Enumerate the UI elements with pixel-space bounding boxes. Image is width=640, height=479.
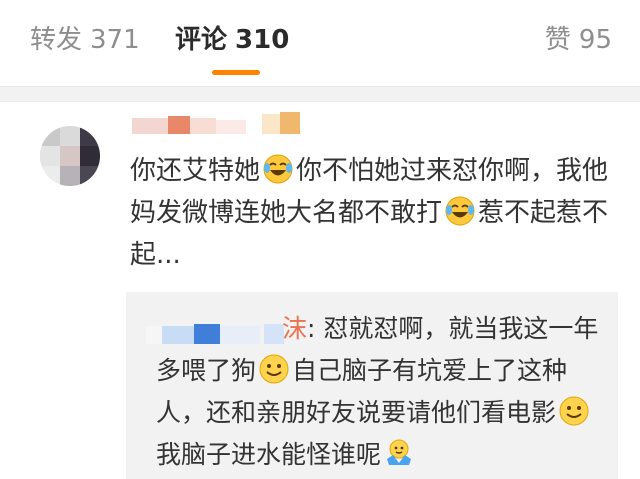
tab-comments[interactable]: 评论 310 — [175, 20, 289, 60]
tab-forward-count: 371 — [90, 25, 140, 55]
reply-text: 沫: 怼就怼啊，就当我这一年多喂了狗 自己脑子有坑爱上了这种人，还和亲朋好友说要… — [156, 308, 606, 476]
shrug-emoji-icon — [387, 439, 412, 465]
comment-text: 你还艾特她 你不怕她过来怼你啊，我他妈发微博连她大名都不敢打 惹不起惹不起... — [130, 150, 610, 276]
comment-segment-1: 你还艾特她 — [130, 156, 261, 186]
username-redacted[interactable] — [132, 112, 302, 134]
smile-emoji-icon — [559, 396, 589, 426]
laugh-cry-emoji-icon — [263, 154, 293, 184]
reply-box[interactable]: 沫: 怼就怼啊，就当我这一年多喂了狗 自己脑子有坑爱上了这种人，还和亲朋好友说要… — [126, 292, 618, 479]
weibo-comment-page: 转发 371 评论 310 赞 95 你还艾特她 你不怕她过来怼你啊，我他妈发微… — [0, 0, 640, 479]
tab-likes-label: 赞 — [544, 25, 571, 55]
active-tab-indicator — [212, 70, 260, 75]
tab-comments-count: 310 — [235, 25, 290, 55]
reply-username-tail[interactable]: 沫 — [282, 314, 307, 343]
tab-likes[interactable]: 赞 95 — [545, 20, 612, 60]
tab-comments-label: 评论 — [175, 25, 228, 55]
tab-likes-count: 95 — [578, 25, 612, 55]
tab-forward[interactable]: 转发 371 — [30, 20, 140, 60]
reply-separator: : — [307, 314, 324, 343]
smile-emoji-icon — [259, 354, 289, 384]
avatar[interactable] — [40, 126, 100, 186]
tab-forward-label: 转发 — [30, 25, 83, 55]
reply-segment-3: 我脑子进水能怪谁呢 — [156, 440, 382, 469]
tab-bar: 转发 371 评论 310 赞 95 — [0, 0, 640, 86]
laugh-cry-emoji-icon — [445, 196, 475, 226]
section-divider — [0, 86, 640, 102]
